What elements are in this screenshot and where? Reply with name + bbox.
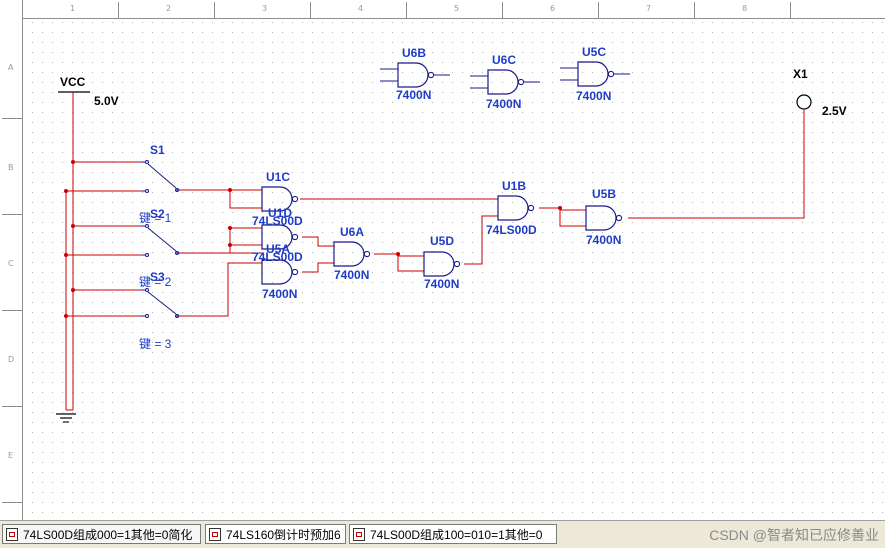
ruler-number: 5	[454, 4, 460, 13]
gate-ref-label: U6C	[492, 53, 516, 67]
ruler-tick	[2, 118, 22, 119]
ruler-number: 6	[550, 4, 556, 13]
ruler-tick	[790, 2, 791, 18]
gate-type-label: 7400N	[396, 88, 431, 102]
ruler-number: 7	[646, 4, 652, 13]
tab-doc-2[interactable]: 74LS160倒计时预加6	[205, 524, 346, 544]
ruler-letter: E	[8, 451, 14, 460]
ruler-tick	[2, 502, 22, 503]
nand-gate-bubble	[291, 268, 299, 276]
nand-gate-bubble	[427, 71, 435, 79]
ruler-tick	[2, 214, 22, 215]
tab-doc-3[interactable]: 74LS00D组成100=010=1其他=0	[349, 524, 557, 544]
nand-gate-bubble	[527, 204, 535, 212]
gate-ref-label: U5C	[582, 45, 606, 59]
switch-label: S1	[150, 143, 165, 157]
ruler-letter: D	[8, 355, 15, 364]
gate-type-label: 7400N	[262, 287, 297, 301]
probe-reading: 2.5V	[822, 104, 847, 118]
vcc-label: VCC	[60, 75, 86, 89]
ruler-letter: A	[8, 63, 14, 72]
vcc-voltage: 5.0V	[94, 94, 119, 108]
gate-ref-label: U5B	[592, 187, 616, 201]
nand-gate-bubble	[607, 70, 615, 78]
ruler-tick	[598, 2, 599, 18]
schematic-file-icon	[353, 528, 365, 541]
gate-ref-label: U6B	[402, 46, 426, 60]
ruler-tick	[406, 2, 407, 18]
ruler-tick	[214, 2, 215, 18]
ruler-number: 2	[166, 4, 172, 13]
gate-ref-label: U1C	[266, 170, 290, 184]
ruler-number: 3	[262, 4, 268, 13]
gate-type-label: 74LS00D	[486, 223, 537, 237]
schematic-file-icon	[6, 528, 18, 541]
probe-label: X1	[793, 67, 808, 81]
gate-ref-label: U6A	[340, 225, 364, 239]
tab-doc-1[interactable]: 74LS00D组成000=1其他=0简化	[2, 524, 201, 544]
ruler-number: 4	[358, 4, 364, 13]
ruler-top: 1 2 3 4 5 6 7 8	[0, 0, 885, 19]
gate-type-label: 7400N	[576, 89, 611, 103]
ruler-number: 1	[70, 4, 76, 13]
gate-type-label: 7400N	[586, 233, 621, 247]
gate-type-label: 74LS00D	[252, 214, 303, 228]
ruler-tick	[502, 2, 503, 18]
switch-key-label: 键 = 1	[139, 211, 172, 225]
switch-key-label: 键 = 2	[139, 275, 172, 289]
watermark: CSDN @智者知已应修善业	[709, 527, 879, 543]
schematic-file-icon	[209, 528, 221, 541]
schematic-canvas[interactable]: VCC 5.0V X1 2.5V S1 S2 键 = 1 S3 键 = 2 键 …	[0, 0, 885, 520]
nand-gate-bubble	[615, 214, 623, 222]
nand-gate-bubble	[517, 78, 525, 86]
ruler-left: A B C D E	[0, 0, 23, 520]
gate-ref-label: U5D	[430, 234, 454, 248]
switch-key-label: 键 = 3	[139, 337, 172, 351]
ruler-tick	[2, 406, 22, 407]
gate-type-label: 7400N	[486, 97, 521, 111]
ruler-number: 8	[742, 4, 748, 13]
gate-type-label: 74LS00D	[252, 250, 303, 264]
nand-gate-bubble	[291, 195, 299, 203]
switch[interactable]: 键 = 3	[139, 337, 172, 351]
gate-type-label: 7400N	[334, 268, 369, 282]
ruler-tick	[2, 310, 22, 311]
ruler-tick	[694, 2, 695, 18]
gate-ref-label: U1B	[502, 179, 526, 193]
nand-gate-bubble	[363, 250, 371, 258]
ruler-tick	[310, 2, 311, 18]
gate-type-label: 7400N	[424, 277, 459, 291]
nand-gate-bubble	[453, 260, 461, 268]
nand-gate-bubble	[291, 233, 299, 241]
ruler-tick	[118, 2, 119, 18]
ruler-letter: C	[8, 259, 14, 268]
ruler-letter: B	[8, 163, 14, 172]
